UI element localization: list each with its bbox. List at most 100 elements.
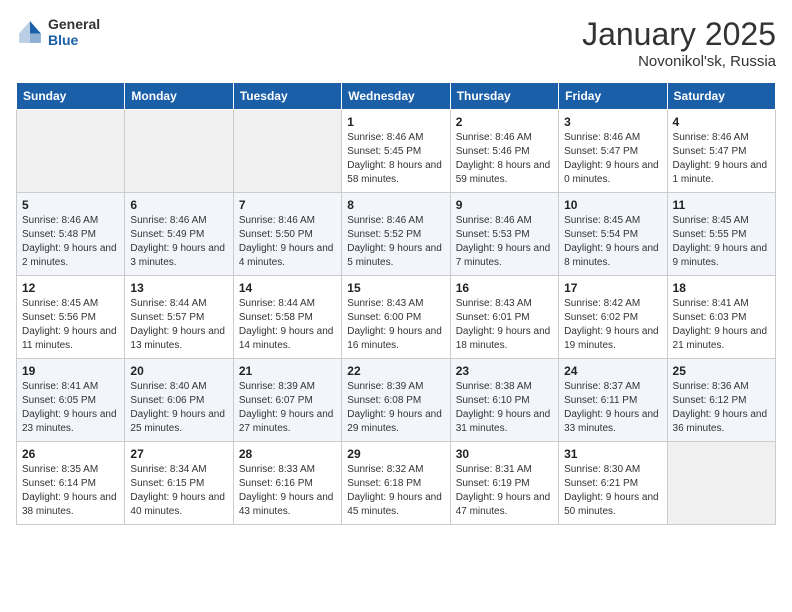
day-number: 7 [239,198,336,212]
week-row-2: 5 Sunrise: 8:46 AMSunset: 5:48 PMDaylight… [17,193,776,276]
day-cell: 31 Sunrise: 8:30 AMSunset: 6:21 PMDayligh… [559,442,667,525]
day-info: Sunrise: 8:45 AMSunset: 5:55 PMDaylight:… [673,214,770,270]
logo-text: General Blue [48,16,100,48]
weekday-header-saturday: Saturday [667,83,775,110]
day-number: 26 [22,447,119,461]
day-number: 14 [239,281,336,295]
week-row-5: 26 Sunrise: 8:35 AMSunset: 6:14 PMDayligh… [17,442,776,525]
day-cell: 19 Sunrise: 8:41 AMSunset: 6:05 PMDayligh… [17,359,125,442]
day-cell: 29 Sunrise: 8:32 AMSunset: 6:18 PMDayligh… [342,442,450,525]
day-number: 9 [456,198,553,212]
day-info: Sunrise: 8:43 AMSunset: 6:00 PMDaylight:… [347,297,444,353]
day-cell: 11 Sunrise: 8:45 AMSunset: 5:55 PMDayligh… [667,193,775,276]
day-number: 15 [347,281,444,295]
day-info: Sunrise: 8:46 AMSunset: 5:47 PMDaylight:… [564,131,661,187]
weekday-header-tuesday: Tuesday [233,83,341,110]
day-number: 10 [564,198,661,212]
day-cell: 2 Sunrise: 8:46 AMSunset: 5:46 PMDaylight… [450,110,558,193]
weekday-header-friday: Friday [559,83,667,110]
day-cell: 16Sunrise: 8:43 AMSunset: 6:01 PMDayligh… [450,276,558,359]
day-cell: 1 Sunrise: 8:46 AMSunset: 5:45 PMDaylight… [342,110,450,193]
day-cell: 24Sunrise: 8:37 AMSunset: 6:11 PMDayligh… [559,359,667,442]
day-info: Sunrise: 8:30 AMSunset: 6:21 PMDaylight:… [564,463,661,519]
day-number: 3 [564,115,661,129]
day-number: 25 [673,364,770,378]
day-number: 11 [673,198,770,212]
day-cell: 30 Sunrise: 8:31 AMSunset: 6:19 PMDayligh… [450,442,558,525]
weekday-header-monday: Monday [125,83,233,110]
day-cell: 14 Sunrise: 8:44 AMSunset: 5:58 PMDayligh… [233,276,341,359]
day-number: 23 [456,364,553,378]
day-cell: 3 Sunrise: 8:46 AMSunset: 5:47 PMDaylight… [559,110,667,193]
day-cell: 27 Sunrise: 8:34 AMSunset: 6:15 PMDayligh… [125,442,233,525]
day-info: Sunrise: 8:46 AMSunset: 5:45 PMDaylight:… [347,131,444,187]
day-cell: 25 Sunrise: 8:36 AMSunset: 6:12 PMDayligh… [667,359,775,442]
week-row-1: 1 Sunrise: 8:46 AMSunset: 5:45 PMDaylight… [17,110,776,193]
day-info: Sunrise: 8:34 AMSunset: 6:15 PMDaylight:… [130,463,227,519]
day-cell: 15 Sunrise: 8:43 AMSunset: 6:00 PMDayligh… [342,276,450,359]
day-info: Sunrise: 8:40 AMSunset: 6:06 PMDaylight:… [130,380,227,436]
day-cell [125,110,233,193]
day-cell: 18Sunrise: 8:41 AMSunset: 6:03 PMDayligh… [667,276,775,359]
day-number: 12 [22,281,119,295]
day-cell: 20Sunrise: 8:40 AMSunset: 6:06 PMDayligh… [125,359,233,442]
logo: General Blue [16,16,100,48]
day-number: 8 [347,198,444,212]
week-row-3: 12Sunrise: 8:45 AMSunset: 5:56 PMDayligh… [17,276,776,359]
week-row-4: 19 Sunrise: 8:41 AMSunset: 6:05 PMDayligh… [17,359,776,442]
day-number: 30 [456,447,553,461]
day-number: 1 [347,115,444,129]
day-cell: 9Sunrise: 8:46 AMSunset: 5:53 PMDaylight… [450,193,558,276]
day-info: Sunrise: 8:46 AMSunset: 5:46 PMDaylight:… [456,131,553,187]
logo-icon [16,18,44,46]
day-info: Sunrise: 8:44 AMSunset: 5:57 PMDaylight:… [130,297,227,353]
day-info: Sunrise: 8:43 AMSunset: 6:01 PMDaylight:… [456,297,553,353]
day-number: 13 [130,281,227,295]
day-cell: 21Sunrise: 8:39 AMSunset: 6:07 PMDayligh… [233,359,341,442]
day-number: 31 [564,447,661,461]
day-number: 5 [22,198,119,212]
day-cell [667,442,775,525]
weekday-header-wednesday: Wednesday [342,83,450,110]
day-number: 19 [22,364,119,378]
day-number: 22 [347,364,444,378]
day-info: Sunrise: 8:45 AMSunset: 5:54 PMDaylight:… [564,214,661,270]
day-info: Sunrise: 8:39 AMSunset: 6:08 PMDaylight:… [347,380,444,436]
page-header: General Blue January 2025 Novonikol'sk, … [16,16,776,70]
day-info: Sunrise: 8:33 AMSunset: 6:16 PMDaylight:… [239,463,336,519]
day-cell: 13 Sunrise: 8:44 AMSunset: 5:57 PMDayligh… [125,276,233,359]
day-info: Sunrise: 8:38 AMSunset: 6:10 PMDaylight:… [456,380,553,436]
day-info: Sunrise: 8:46 AMSunset: 5:52 PMDaylight:… [347,214,444,270]
day-cell: 22 Sunrise: 8:39 AMSunset: 6:08 PMDayligh… [342,359,450,442]
day-info: Sunrise: 8:46 AMSunset: 5:48 PMDaylight:… [22,214,119,270]
logo-blue-text: Blue [48,32,100,48]
day-cell: 26 Sunrise: 8:35 AMSunset: 6:14 PMDayligh… [17,442,125,525]
weekday-header-thursday: Thursday [450,83,558,110]
day-number: 4 [673,115,770,129]
day-info: Sunrise: 8:31 AMSunset: 6:19 PMDaylight:… [456,463,553,519]
day-number: 27 [130,447,227,461]
day-number: 2 [456,115,553,129]
day-number: 18 [673,281,770,295]
day-cell: 8 Sunrise: 8:46 AMSunset: 5:52 PMDaylight… [342,193,450,276]
day-info: Sunrise: 8:36 AMSunset: 6:12 PMDaylight:… [673,380,770,436]
day-info: Sunrise: 8:44 AMSunset: 5:58 PMDaylight:… [239,297,336,353]
day-number: 17 [564,281,661,295]
day-cell [233,110,341,193]
day-cell: 28 Sunrise: 8:33 AMSunset: 6:16 PMDayligh… [233,442,341,525]
calendar-subtitle: Novonikol'sk, Russia [582,53,776,70]
day-number: 21 [239,364,336,378]
day-info: Sunrise: 8:41 AMSunset: 6:05 PMDaylight:… [22,380,119,436]
day-number: 28 [239,447,336,461]
day-cell [17,110,125,193]
day-number: 29 [347,447,444,461]
day-info: Sunrise: 8:46 AMSunset: 5:47 PMDaylight:… [673,131,770,187]
weekday-header-sunday: Sunday [17,83,125,110]
day-number: 24 [564,364,661,378]
day-cell: 5 Sunrise: 8:46 AMSunset: 5:48 PMDaylight… [17,193,125,276]
day-cell: 7Sunrise: 8:46 AMSunset: 5:50 PMDaylight… [233,193,341,276]
day-cell: 12Sunrise: 8:45 AMSunset: 5:56 PMDayligh… [17,276,125,359]
day-info: Sunrise: 8:32 AMSunset: 6:18 PMDaylight:… [347,463,444,519]
day-cell: 17Sunrise: 8:42 AMSunset: 6:02 PMDayligh… [559,276,667,359]
day-info: Sunrise: 8:35 AMSunset: 6:14 PMDaylight:… [22,463,119,519]
